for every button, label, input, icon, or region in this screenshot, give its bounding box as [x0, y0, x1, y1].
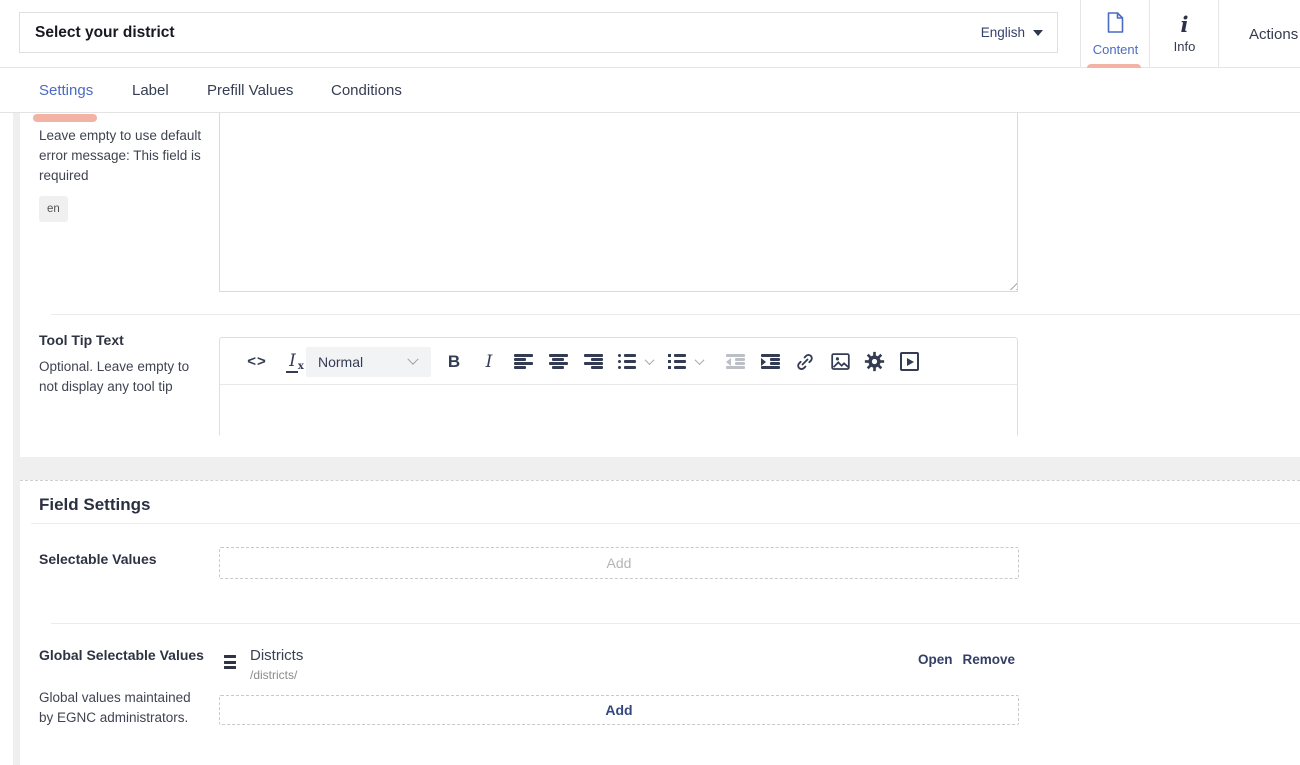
header: Select your district English Content i I…: [0, 0, 1300, 68]
image-icon: [830, 351, 851, 372]
tooltip-label-block: Tool Tip Text Optional. Leave empty to n…: [39, 330, 207, 397]
outdent-button[interactable]: [720, 338, 750, 385]
tooltip-label: Tool Tip Text: [39, 332, 124, 348]
field-settings-panel: Field Settings Selectable Values Add Glo…: [20, 480, 1300, 765]
remove-link[interactable]: Remove: [962, 652, 1015, 667]
global-value-title: Districts: [250, 647, 303, 664]
info-icon: i: [1181, 15, 1189, 35]
settings-tab-bar: Settings Label Prefill Values Conditions: [0, 68, 1300, 113]
paragraph-style-value: Normal: [318, 354, 409, 370]
video-icon: [900, 352, 919, 371]
global-value-actions: Open Remove: [918, 652, 1015, 667]
paragraph-style-select[interactable]: Normal: [306, 347, 431, 377]
error-message-help-text: Leave empty to use default error message…: [39, 128, 201, 183]
align-left-button[interactable]: [508, 338, 538, 385]
chevron-down-icon: [694, 355, 704, 365]
divider: [51, 623, 1300, 624]
code-view-button[interactable]: <>: [237, 338, 277, 385]
bullet-list-button[interactable]: [614, 338, 640, 385]
video-button[interactable]: [894, 338, 924, 385]
add-selectable-value-button[interactable]: Add: [219, 547, 1019, 579]
indent-button[interactable]: [755, 338, 785, 385]
outdent-icon: [726, 354, 745, 369]
align-center-icon: [549, 354, 568, 369]
general-settings-panel: Leave empty to use default error message…: [20, 113, 1300, 457]
drag-handle-icon[interactable]: [224, 655, 236, 672]
italic-button[interactable]: I: [474, 338, 504, 385]
divider: [31, 523, 1300, 524]
align-left-icon: [514, 354, 533, 369]
selectable-values-label: Selectable Values: [39, 551, 157, 567]
image-button[interactable]: [825, 338, 855, 385]
ordered-list-button[interactable]: [664, 338, 690, 385]
clear-formatting-icon: I: [286, 351, 298, 373]
open-link[interactable]: Open: [918, 652, 953, 667]
global-value-item: Districts /districts/ Open Remove: [219, 647, 1019, 687]
bullet-list-icon: [618, 354, 636, 369]
tab-conditions[interactable]: Conditions: [331, 82, 402, 99]
document-icon: [1107, 12, 1124, 38]
gear-icon: [864, 351, 885, 372]
divider: [51, 314, 1300, 315]
align-center-button[interactable]: [543, 338, 573, 385]
bullet-list-options-button[interactable]: [640, 338, 658, 385]
actions-button[interactable]: Actions: [1249, 0, 1298, 68]
ordered-list-options-button[interactable]: [690, 338, 708, 385]
rich-text-editor: <> I x Normal B I: [219, 337, 1018, 437]
align-right-icon: [584, 354, 603, 369]
selectable-values-label-block: Selectable Values: [39, 549, 207, 570]
chevron-down-icon: [644, 355, 654, 365]
rich-text-toolbar: <> I x Normal B I: [220, 338, 1017, 385]
ordered-list-icon: [668, 354, 686, 369]
language-dropdown[interactable]: English: [981, 25, 1043, 40]
global-selectable-values-label: Global Selectable Values: [39, 647, 204, 663]
caret-down-icon: [1033, 30, 1043, 36]
block-settings-sidebar: Select your district English Content i I…: [0, 0, 1300, 765]
global-selectable-values-help: Global values maintained by EGNC adminis…: [39, 688, 207, 728]
field-title-value[interactable]: Select your district: [35, 24, 981, 42]
align-right-button[interactable]: [578, 338, 608, 385]
tab-info[interactable]: i Info: [1150, 0, 1219, 68]
tooltip-help-text: Optional. Leave empty to not display any…: [39, 357, 207, 397]
global-selectable-values-label-block: Global Selectable Values Global values m…: [39, 645, 207, 728]
settings-button[interactable]: [859, 338, 889, 385]
language-value: English: [981, 25, 1025, 40]
main-content: Leave empty to use default error message…: [13, 113, 1300, 765]
tab-prefill-values[interactable]: Prefill Values: [207, 82, 293, 99]
add-global-selectable-value-button[interactable]: Add: [219, 695, 1019, 725]
active-nav-underline: [33, 114, 97, 122]
field-settings-heading: Field Settings: [39, 495, 150, 515]
tab-content-label: Content: [1093, 42, 1139, 57]
bold-button[interactable]: B: [439, 338, 469, 385]
link-button[interactable]: [790, 338, 820, 385]
error-message-help: Leave empty to use default error message…: [39, 126, 207, 222]
chevron-down-icon: [407, 354, 418, 365]
field-title-input[interactable]: Select your district English: [19, 12, 1058, 53]
indent-icon: [761, 354, 780, 369]
global-value-path: /districts/: [250, 668, 297, 682]
tab-settings[interactable]: Settings: [39, 82, 93, 99]
tab-content[interactable]: Content: [1081, 0, 1150, 68]
link-icon: [795, 352, 815, 372]
error-message-textarea[interactable]: [219, 113, 1018, 292]
tab-info-label: Info: [1174, 39, 1196, 54]
rich-text-editor-body[interactable]: [220, 385, 1017, 437]
language-badge: en: [39, 196, 68, 222]
tab-label[interactable]: Label: [132, 82, 169, 99]
